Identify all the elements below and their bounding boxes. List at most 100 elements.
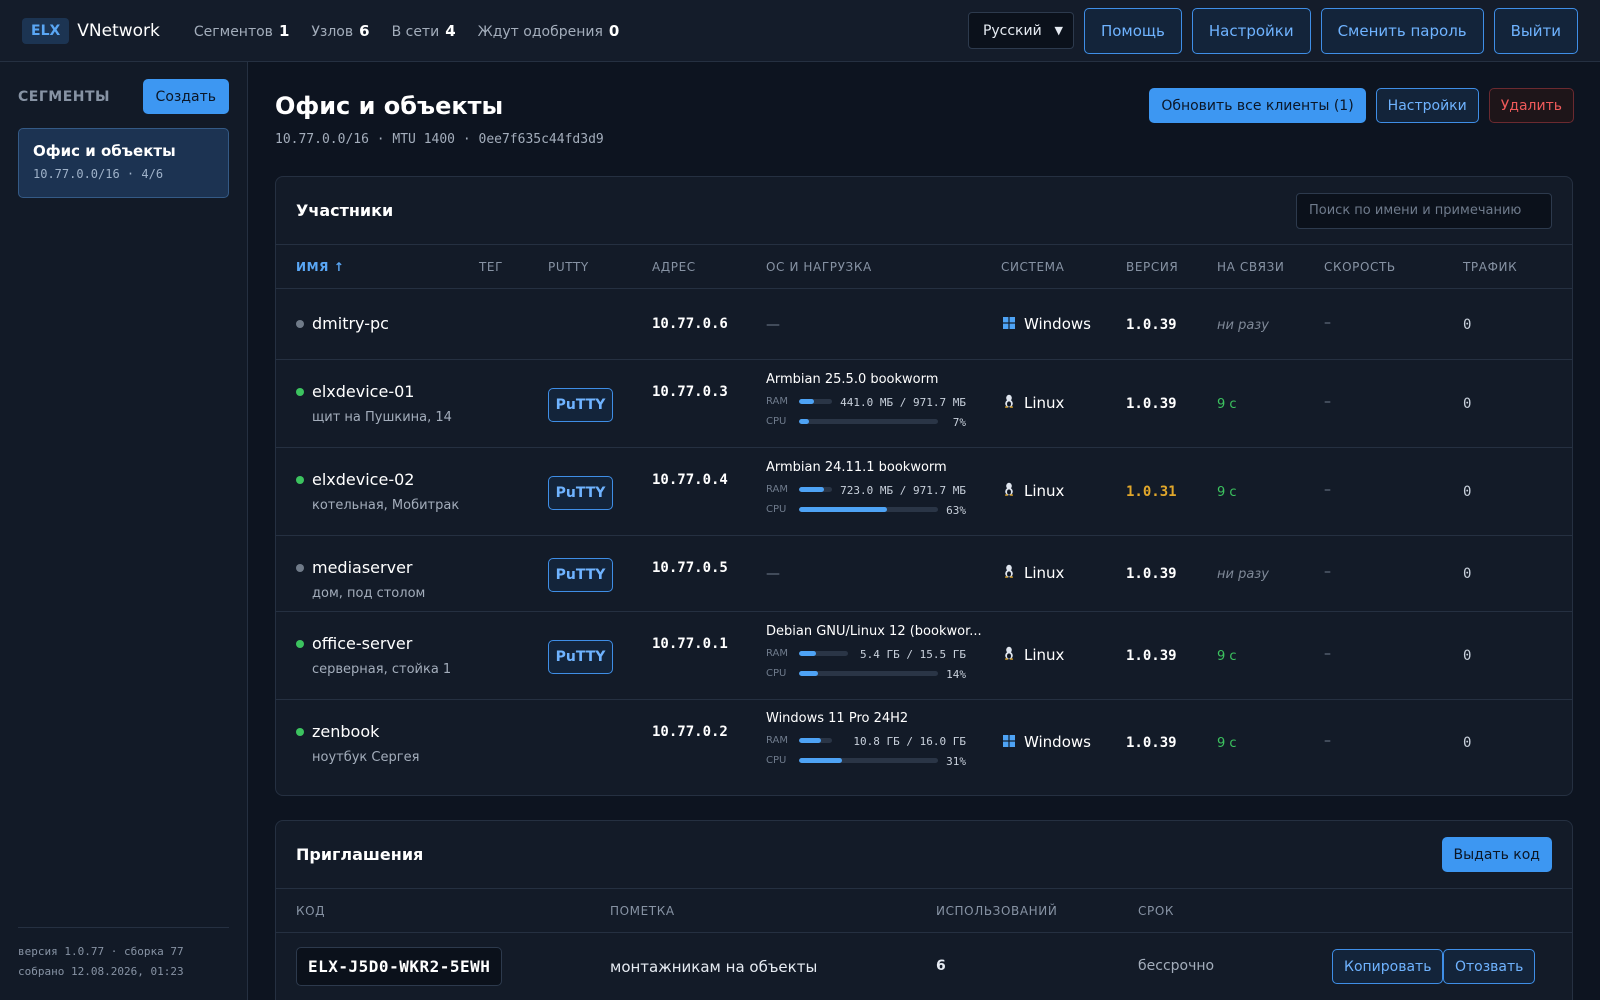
putty-button[interactable]: PuTTY xyxy=(548,640,613,674)
cpu-bar xyxy=(799,419,938,424)
offline-status-dot xyxy=(296,564,304,572)
ram-value: 5.4 ГБ / 15.5 ГБ xyxy=(860,648,966,661)
os-load: Armbian 24.11.1 bookworm RAM 723.0 МБ / 97… xyxy=(766,460,966,524)
member-name[interactable]: elxdevice-02 xyxy=(312,470,414,489)
invites-header: Приглашения Выдать код xyxy=(276,821,1572,889)
cpu-bar xyxy=(799,671,938,676)
chevron-down-icon: ▼ xyxy=(1054,24,1063,37)
os-load: Armbian 25.5.0 bookworm RAM 441.0 МБ / 971… xyxy=(766,372,966,436)
column-tag[interactable]: ТЕГ xyxy=(479,260,503,274)
cpu-label: CPU xyxy=(766,668,787,679)
member-version: 1.0.39 xyxy=(1126,317,1177,333)
putty-button[interactable]: PuTTY xyxy=(548,388,613,422)
ram-value: 441.0 МБ / 971.7 МБ xyxy=(840,396,966,409)
member-system: Windows xyxy=(1003,733,1091,751)
member-system: Linux xyxy=(1003,646,1064,664)
cpu-bar-fill xyxy=(799,507,887,512)
logout-button[interactable]: Выйти xyxy=(1493,7,1578,54)
putty-button[interactable]: PuTTY xyxy=(548,558,613,592)
member-version: 1.0.31 xyxy=(1126,484,1177,500)
settings-button[interactable]: Настройки xyxy=(1191,7,1311,54)
version-info: версия 1.0.77 · сборка 77 собрано 12.08.… xyxy=(18,927,229,982)
column-address[interactable]: АДРЕС xyxy=(652,260,696,274)
member-row: zenbook ноутбук Сергея 10.77.0.2 Windows 11… xyxy=(276,700,1572,786)
change-password-button[interactable]: Сменить пароль xyxy=(1320,7,1484,54)
member-name[interactable]: zenbook xyxy=(312,722,379,741)
member-traffic: 0 xyxy=(1463,566,1472,582)
segment-actions: Обновить все клиенты (1) Настройки Удали… xyxy=(1149,88,1574,123)
cpu-label: CPU xyxy=(766,504,787,515)
invite-uses: 6 xyxy=(936,958,946,974)
os-name: Windows 11 Pro 24H2 xyxy=(766,711,909,726)
cpu-bar-fill xyxy=(799,419,809,424)
cpu-value: 31% xyxy=(946,755,966,768)
segment-settings-button[interactable]: Настройки xyxy=(1375,88,1479,123)
app-logo: ELX xyxy=(22,17,70,44)
members-title: Участники xyxy=(296,201,394,220)
member-system: Linux xyxy=(1003,482,1064,500)
putty-button[interactable]: PuTTY xyxy=(548,476,613,510)
member-speed: – xyxy=(1324,482,1331,498)
help-button[interactable]: Помощь xyxy=(1083,7,1182,54)
segment-subnet: 10.77.0.0/16 · 4/6 xyxy=(33,167,164,181)
segment-name: Офис и объекты xyxy=(33,142,176,160)
column-putty[interactable]: PUTTY xyxy=(548,260,589,274)
revoke-code-button[interactable]: Отозвать xyxy=(1443,949,1536,984)
cpu-bar-fill xyxy=(799,758,843,763)
sidebar-title: СЕГМЕНТЫ xyxy=(18,88,111,105)
column-speed[interactable]: СКОРОСТЬ xyxy=(1324,260,1396,274)
member-address: 10.77.0.4 xyxy=(652,472,728,488)
segment-item[interactable]: Офис и объекты 10.77.0.0/16 · 4/6 xyxy=(18,128,229,198)
search-input[interactable] xyxy=(1296,192,1552,229)
online-status-dot xyxy=(296,640,304,648)
member-note: котельная, Мобитрак xyxy=(312,498,460,513)
ram-meter: RAM 441.0 МБ / 971.7 МБ xyxy=(766,396,966,409)
create-segment-button[interactable]: Создать xyxy=(142,79,229,114)
linux-icon xyxy=(1003,564,1015,582)
column-expiry: СРОК xyxy=(1138,904,1174,918)
ram-bar-fill xyxy=(799,738,822,743)
member-name[interactable]: elxdevice-01 xyxy=(312,382,414,401)
cpu-meter: CPU 14% xyxy=(766,668,966,681)
column-seen[interactable]: НА СВЯЗИ xyxy=(1217,260,1284,274)
member-row: elxdevice-02 котельная, Мобитрак PuTTY 10.7… xyxy=(276,448,1572,536)
member-speed: – xyxy=(1324,315,1331,331)
column-note: ПОМЕТКА xyxy=(610,904,675,918)
member-address: 10.77.0.6 xyxy=(652,316,728,332)
column-name[interactable]: ИМЯ ↑ xyxy=(296,260,344,274)
column-version[interactable]: ВЕРСИЯ xyxy=(1126,260,1178,274)
offline-status-dot xyxy=(296,320,304,328)
member-name[interactable]: mediaserver xyxy=(312,558,412,577)
cpu-bar xyxy=(799,507,938,512)
linux-icon xyxy=(1003,394,1015,412)
invites-title: Приглашения xyxy=(296,845,424,864)
delete-segment-button[interactable]: Удалить xyxy=(1488,88,1574,123)
member-name[interactable]: dmitry-pc xyxy=(312,314,389,333)
invite-code[interactable]: ELX-J5D0-WKR2-5EWH xyxy=(296,947,503,986)
member-name[interactable]: office-server xyxy=(312,634,412,653)
cpu-meter: CPU 31% xyxy=(766,755,966,768)
member-traffic: 0 xyxy=(1463,648,1472,664)
member-traffic: 0 xyxy=(1463,484,1472,500)
language-select[interactable]: Русский ▼ xyxy=(967,12,1074,49)
member-last-seen: 9 с xyxy=(1217,485,1237,500)
cpu-value: 7% xyxy=(952,416,966,429)
column-traffic[interactable]: ТРАФИК xyxy=(1463,260,1517,274)
copy-code-button[interactable]: Копировать xyxy=(1332,949,1444,984)
update-all-clients-button[interactable]: Обновить все клиенты (1) xyxy=(1149,88,1366,123)
member-system: Linux xyxy=(1003,394,1064,412)
column-system[interactable]: СИСТЕМА xyxy=(1001,260,1064,274)
build-date: собрано 12.08.2026, 01:23 xyxy=(18,965,184,978)
ram-bar xyxy=(799,738,832,743)
cpu-meter: CPU 7% xyxy=(766,416,966,429)
windows-icon xyxy=(1003,733,1015,751)
column-os[interactable]: ОС И НАГРУЗКА xyxy=(766,260,872,274)
member-traffic: 0 xyxy=(1463,396,1472,412)
member-address: 10.77.0.1 xyxy=(652,636,728,652)
os-empty: — xyxy=(766,566,780,582)
ram-bar xyxy=(799,399,832,404)
member-note: ноутбук Сергея xyxy=(312,750,420,765)
issue-code-button[interactable]: Выдать код xyxy=(1441,837,1552,872)
os-name: Armbian 24.11.1 bookworm xyxy=(766,460,947,475)
ram-meter: RAM 10.8 ГБ / 16.0 ГБ xyxy=(766,735,966,748)
